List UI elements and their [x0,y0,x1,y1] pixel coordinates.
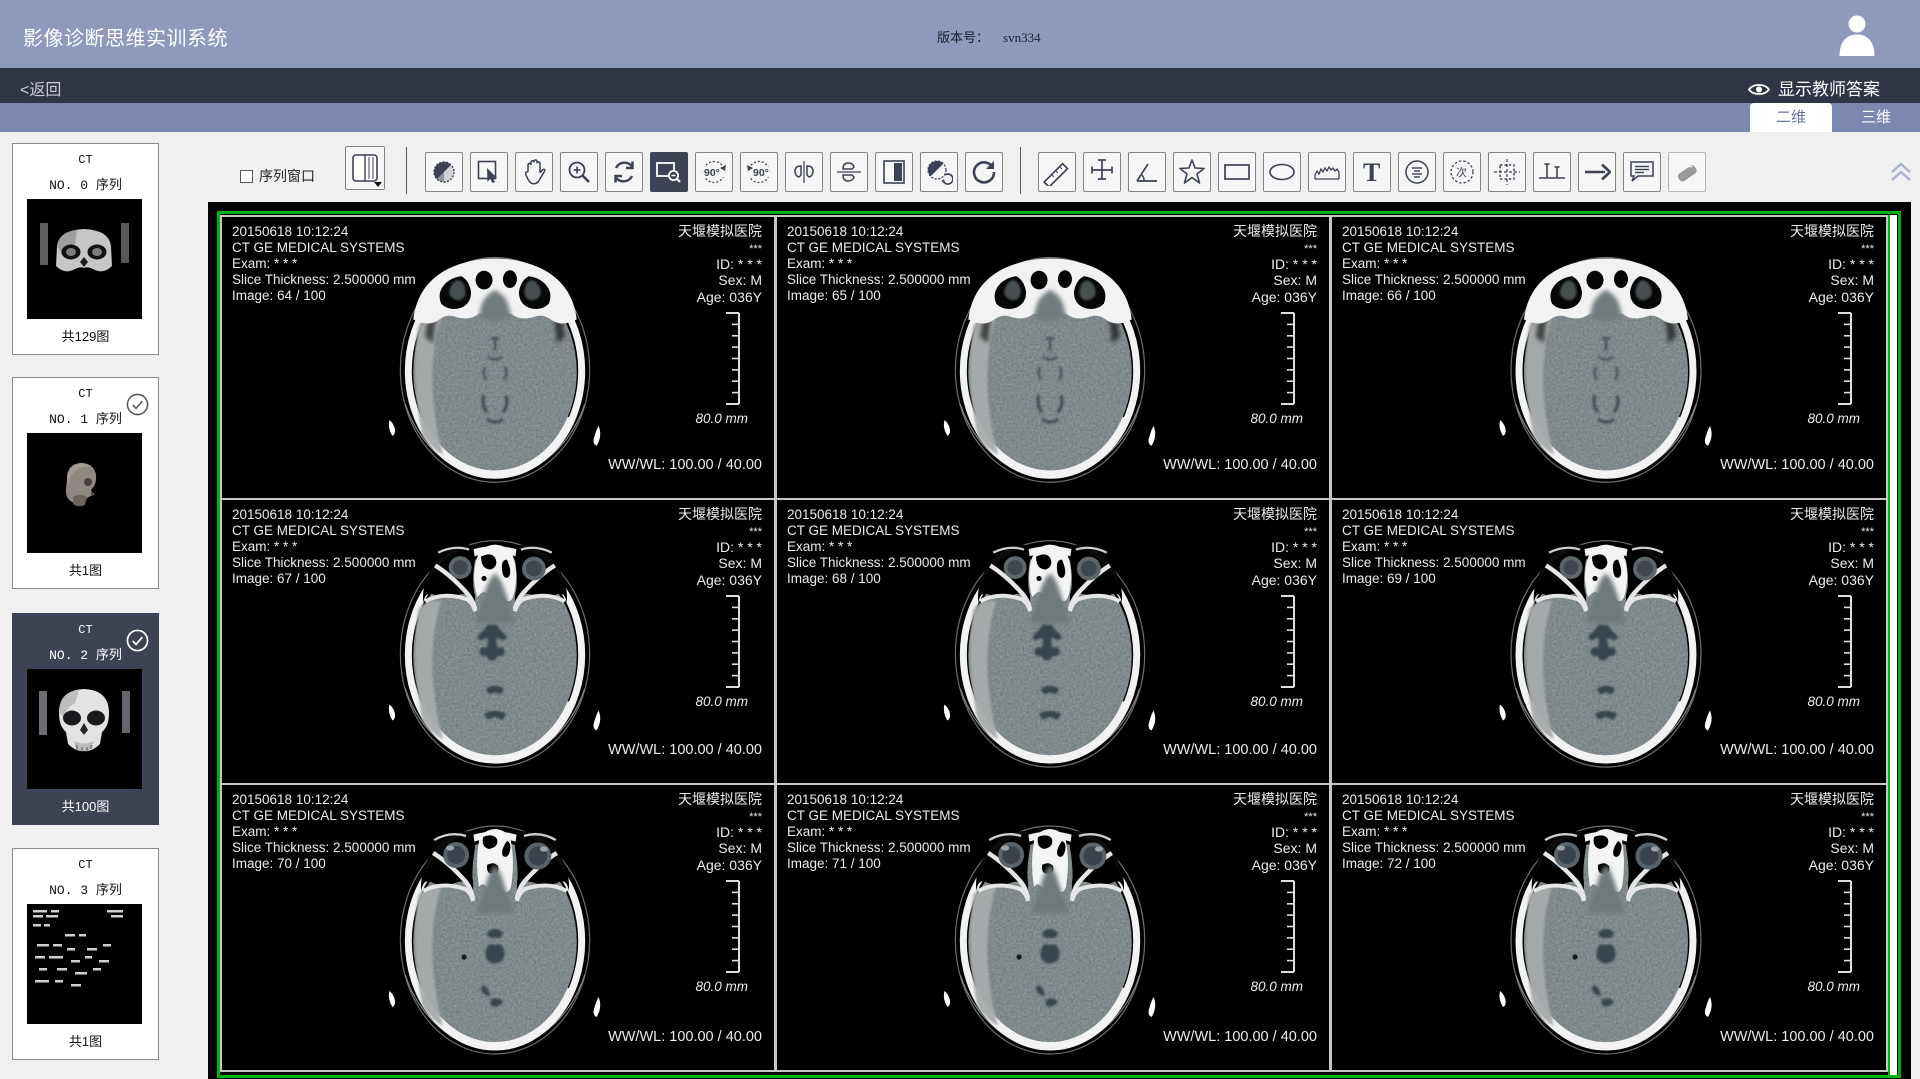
svg-text:次: 次 [1456,165,1467,179]
svg-text:T: T [1363,159,1380,185]
svg-text:90°: 90° [704,167,720,179]
svg-text:90°: 90° [753,167,769,179]
